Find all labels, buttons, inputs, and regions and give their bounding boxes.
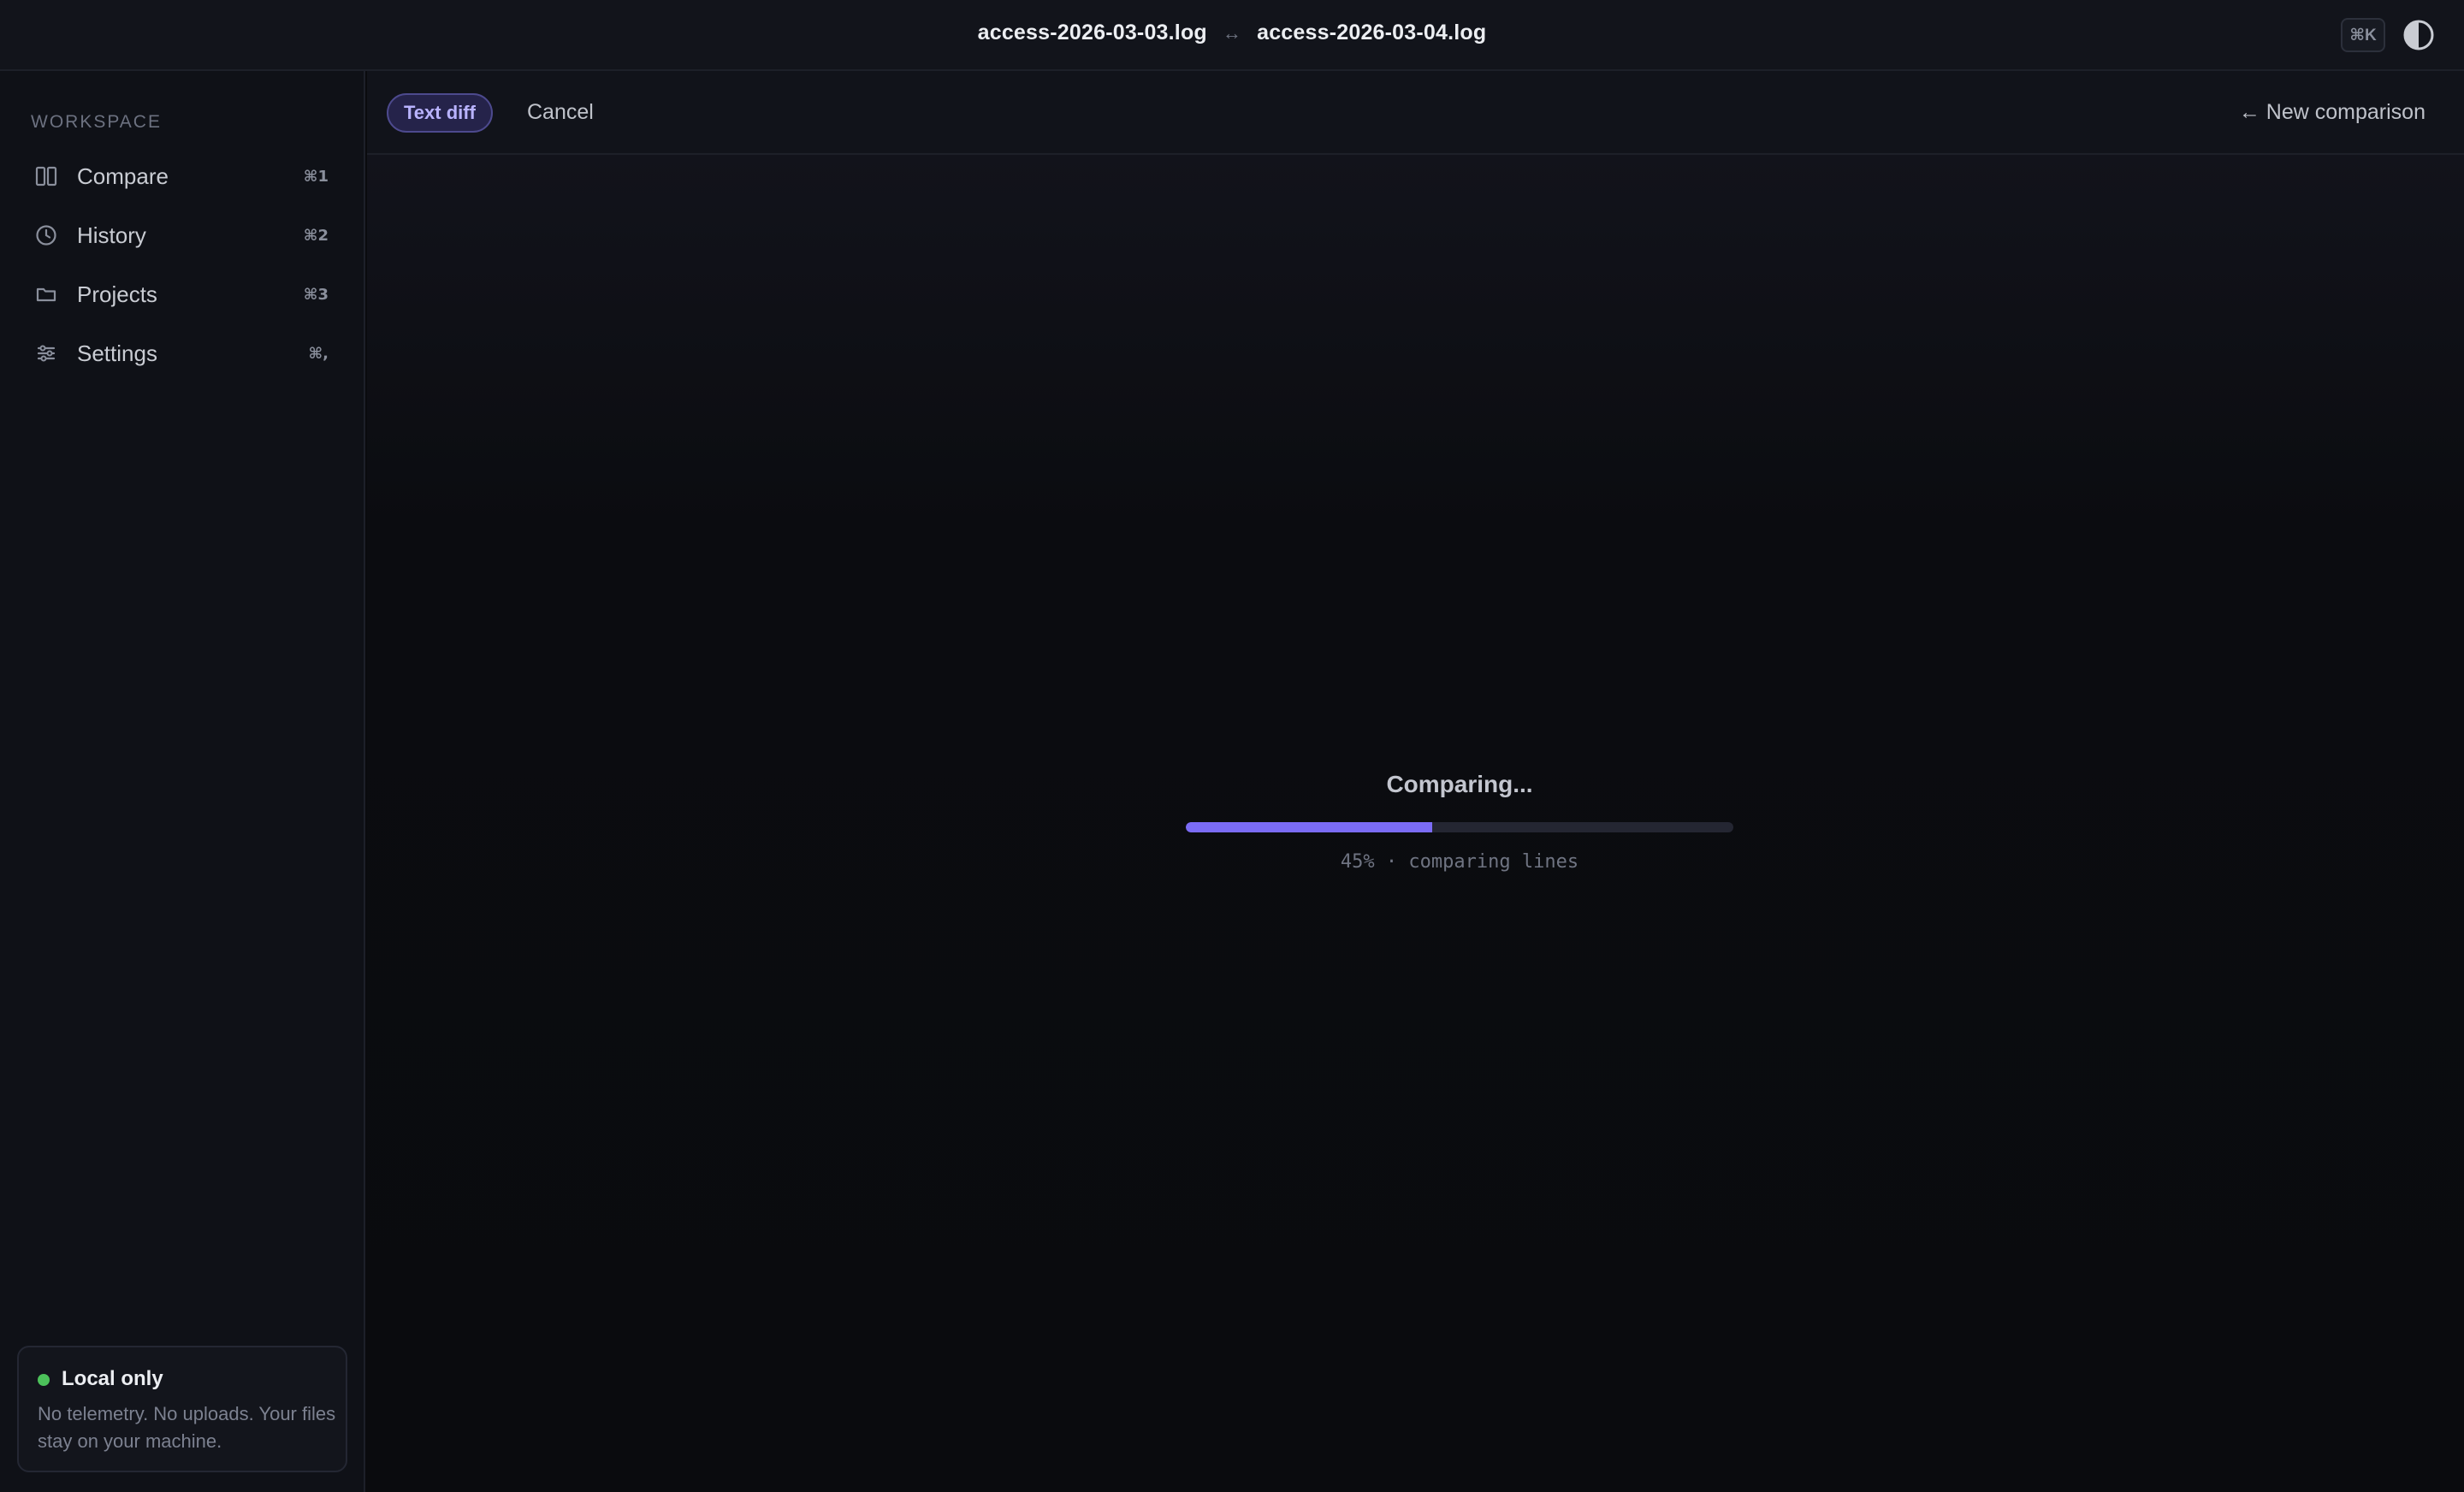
progress-bar xyxy=(1186,822,1733,832)
theme-toggle-button[interactable] xyxy=(2402,19,2435,51)
progress-status: 45% · comparing lines xyxy=(1340,851,1579,873)
folder-icon xyxy=(33,281,60,308)
progress-title: Comparing... xyxy=(1386,771,1533,797)
clock-icon xyxy=(33,222,60,249)
contrast-icon xyxy=(2403,20,2434,50)
main-content: Comparing... 45% · comparing lines xyxy=(367,155,2464,1492)
local-only-title: Local only xyxy=(62,1367,163,1390)
sidebar-item-history[interactable]: History ⌘2 xyxy=(17,210,347,260)
sidebar-item-label: Settings xyxy=(77,340,157,366)
status-dot xyxy=(38,1374,50,1386)
title-bar: access-2026-03-03.log ↔ access-2026-03-04.… xyxy=(0,0,2464,71)
local-only-description: No telemetry. No uploads. Your files sta… xyxy=(38,1403,336,1452)
shortcut-hint: ⌘3 xyxy=(303,285,329,304)
columns-icon xyxy=(33,163,60,190)
sidebar-item-settings[interactable]: Settings ⌘, xyxy=(17,329,347,378)
comparison-title: access-2026-03-03.log ↔ access-2026-03-04.… xyxy=(0,21,2464,45)
swap-arrow-icon: ↔ xyxy=(1222,22,1242,44)
toolbar: Text diff Cancel ← New comparison xyxy=(367,71,2464,155)
sidebar-item-label: Projects xyxy=(77,281,157,307)
left-file-name: access-2026-03-03.log xyxy=(977,21,1207,44)
shortcut-hint: ⌘, xyxy=(308,344,329,363)
right-file-name: access-2026-03-04.log xyxy=(1257,21,1487,44)
command-palette-button[interactable]: ⌘K xyxy=(2341,18,2385,52)
workspace-section-label: WORKSPACE xyxy=(31,112,162,132)
shortcut-hint: ⌘1 xyxy=(303,167,329,186)
new-comparison-button[interactable]: ← New comparison xyxy=(2239,100,2426,125)
cancel-button[interactable]: Cancel xyxy=(527,100,594,125)
progress-panel: Comparing... 45% · comparing lines xyxy=(1137,771,1782,873)
sliders-icon xyxy=(33,340,60,367)
local-only-notice: Local only No telemetry. No uploads. You… xyxy=(17,1346,347,1472)
progress-bar-fill xyxy=(1186,822,1432,832)
text-diff-mode-pill[interactable]: Text diff xyxy=(387,93,493,133)
sidebar-item-compare[interactable]: Compare ⌘1 xyxy=(17,151,347,201)
shortcut-hint: ⌘2 xyxy=(303,226,329,245)
sidebar: WORKSPACE Compare ⌘1 History ⌘2 Projects… xyxy=(0,71,365,1492)
sidebar-item-label: History xyxy=(77,222,146,248)
sidebar-item-projects[interactable]: Projects ⌘3 xyxy=(17,269,347,319)
sidebar-item-label: Compare xyxy=(77,163,169,189)
